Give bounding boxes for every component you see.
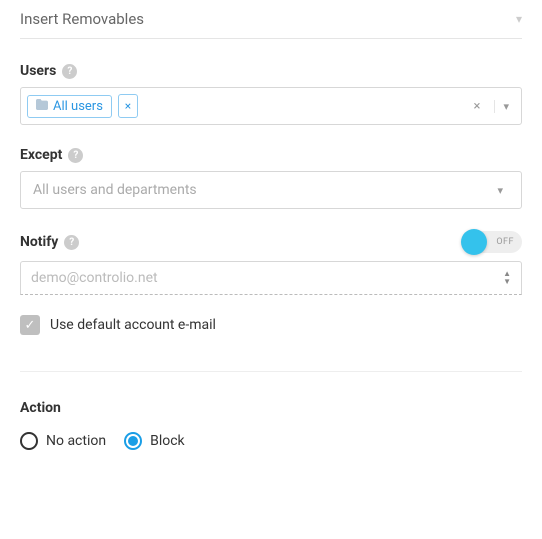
help-icon[interactable]: ? (68, 148, 83, 163)
help-icon[interactable]: ? (62, 64, 77, 79)
radio-label-block: Block (150, 433, 185, 449)
action-label: Action (20, 400, 522, 416)
notify-email-value: demo@controlio.net (31, 270, 158, 286)
users-label: Users (20, 63, 56, 79)
notify-field: Notify ? OFF demo@controlio.net ▲ ▼ ✓ Us… (20, 231, 522, 335)
user-chip[interactable]: All users (27, 95, 112, 118)
folder-icon (36, 99, 48, 113)
stepper-control[interactable]: ▲ ▼ (503, 270, 511, 286)
clear-icon[interactable]: × (466, 99, 489, 114)
chip-label: All users (53, 99, 103, 114)
stepper-down-icon[interactable]: ▼ (503, 278, 511, 286)
dropdown-caret-icon[interactable]: ▾ (489, 184, 509, 197)
toggle-thumb[interactable] (461, 229, 487, 255)
radio-icon-checked (124, 432, 142, 450)
radio-no-action[interactable]: No action (20, 432, 106, 450)
default-email-checkbox[interactable]: ✓ (20, 315, 40, 335)
radio-block[interactable]: Block (124, 432, 185, 450)
notify-label: Notify (20, 234, 58, 250)
except-placeholder: All users and departments (33, 182, 197, 198)
users-field: Users ? All users × × ▾ (20, 63, 522, 125)
radio-dot-icon (128, 436, 138, 446)
help-icon[interactable]: ? (64, 235, 79, 250)
users-multiselect[interactable]: All users × × ▾ (20, 87, 522, 125)
except-select[interactable]: All users and departments ▾ (20, 171, 522, 209)
dropdown-caret-icon[interactable]: ▾ (494, 100, 515, 113)
toggle-state-label: OFF (496, 237, 514, 247)
radio-label-no-action: No action (46, 433, 106, 449)
notify-toggle[interactable]: OFF (466, 231, 522, 253)
except-field: Except ? All users and departments ▾ (20, 147, 522, 209)
radio-icon (20, 432, 38, 450)
section-title: Insert Removables (20, 10, 144, 28)
action-field: Action No action Block (20, 400, 522, 450)
chevron-down-icon[interactable]: ▾ (516, 12, 522, 26)
except-label: Except (20, 147, 62, 163)
chip-remove-button[interactable]: × (118, 94, 138, 118)
notify-email-input[interactable]: demo@controlio.net ▲ ▼ (20, 261, 522, 295)
divider (20, 371, 522, 372)
default-email-label: Use default account e-mail (50, 317, 216, 333)
section-header[interactable]: Insert Removables ▾ (20, 0, 522, 39)
